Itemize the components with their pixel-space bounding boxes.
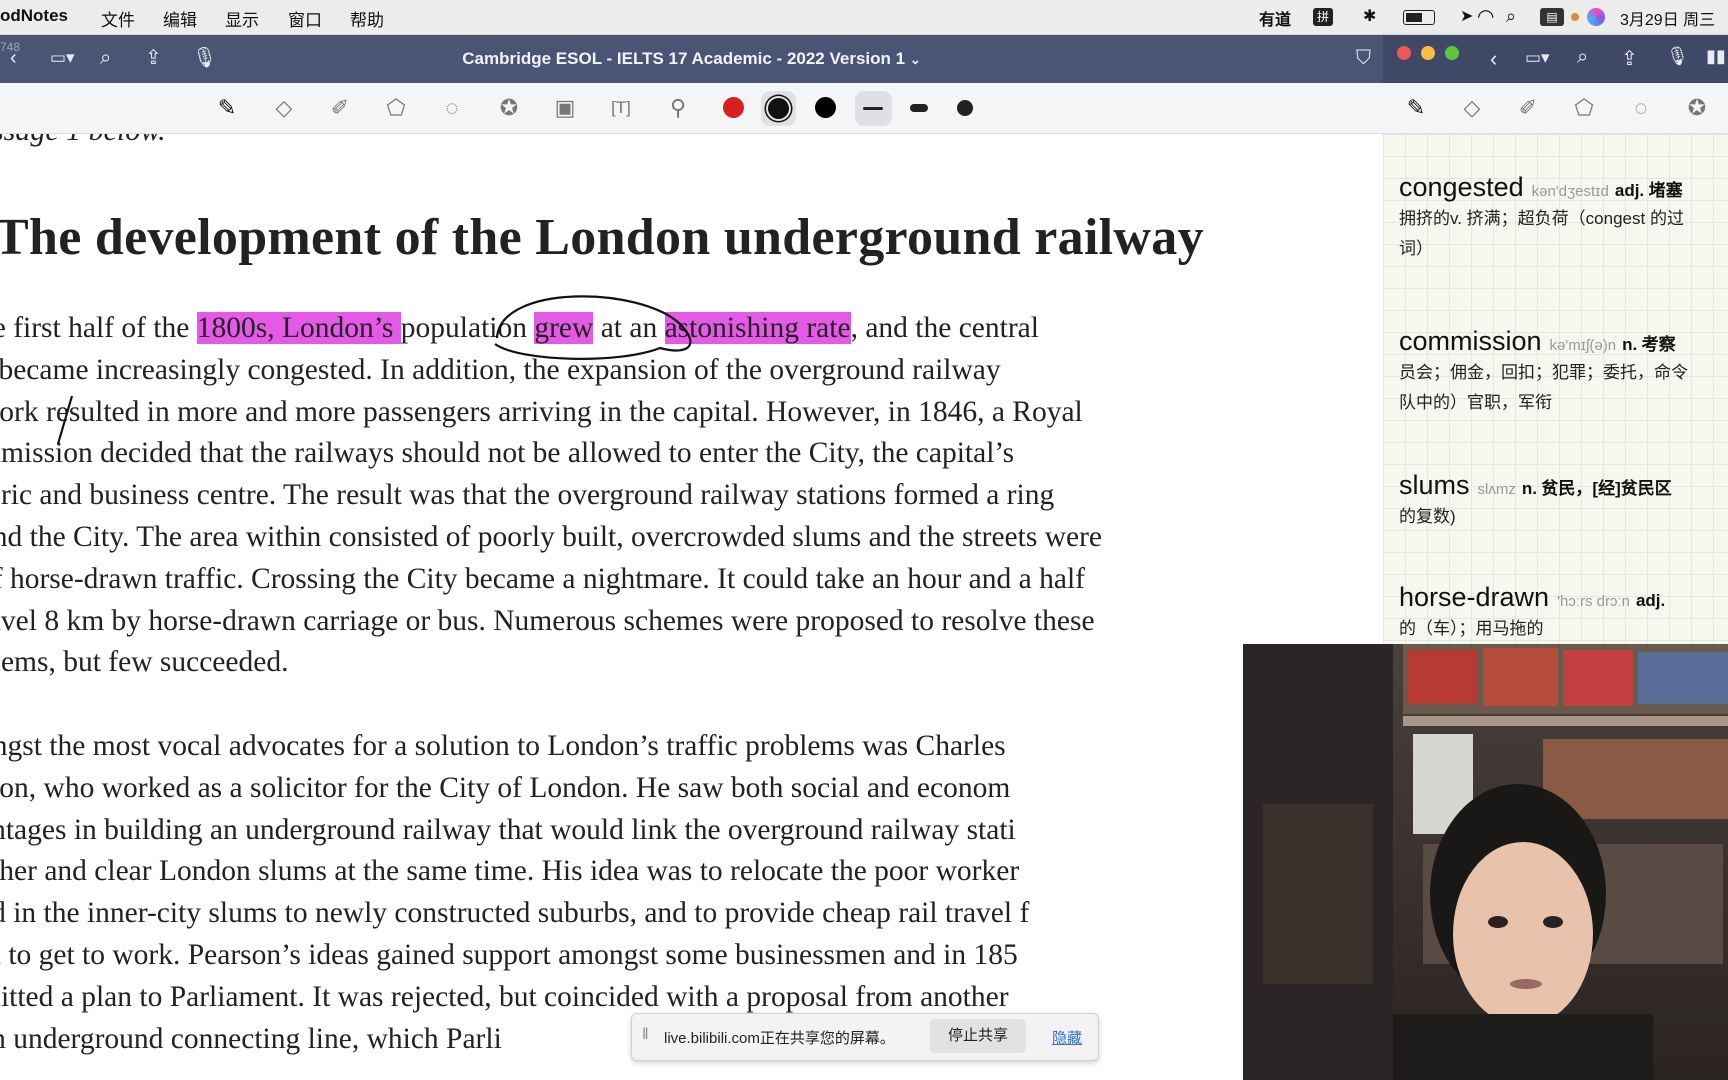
document-title[interactable]: Cambridge ESOL - IELTS 17 Academic - 202… [0,49,1383,69]
menu-file[interactable]: 文件 [101,6,135,31]
menu-edit[interactable]: 编辑 [163,6,197,31]
title-chevron-icon[interactable]: ⌄ [910,52,921,67]
drawing-toolbar: ✎ ◇ ✐ ⬠ ◌ ✪ ▣ [T] ⚲ [0,83,1383,134]
control-center-icon[interactable]: ▤ [1540,8,1564,26]
pen-icon[interactable]: ✎ [1401,93,1431,123]
shapes-icon[interactable]: ⬠ [1569,93,1599,123]
vocabulary-notes[interactable]: congested kən'dʒestɪd adj. 堵塞 拥挤的v. 挤满；超负荷… [1383,134,1728,644]
menu-help[interactable]: 帮助 [350,6,384,31]
vocab-ipa: kən'dʒestɪd [1531,183,1609,200]
vocab-word: slums [1399,470,1470,500]
window-titlebar: ‹ ▭▾ ⌕ ⇪ 🎙 Cambridge ESOL - IELTS 17 Aca… [0,35,1383,83]
sidebar-toggle-icon[interactable]: ▭▾ [1525,48,1550,68]
lasso-icon[interactable]: ◌ [437,93,467,123]
vocab-ipa: 'hɔːrs drɔːn [1557,593,1630,610]
battery-icon[interactable] [1403,10,1435,25]
wifi-icon[interactable]: ◠ [1477,4,1494,29]
siri-icon[interactable] [1587,8,1605,26]
document-page[interactable]: ssage 1 below. The development of the Lo… [0,134,1383,1080]
notes-window-titlebar: ‹ ▭▾ ⌕ ⇪ 🎙 ▮▮ [1383,35,1728,83]
vocab-word: horse-drawn [1399,582,1550,612]
webcam-video [1243,644,1728,1080]
ink-slash-mark [56,395,74,445]
stroke-width-thin[interactable] [863,107,883,110]
vocab-entry: horse-drawn'hɔːrs drɔːn adj. 的（车）；用马拖的 [1399,582,1666,638]
menu-view[interactable]: 显示 [225,6,259,31]
ink-circle-population [494,295,692,360]
close-window-icon[interactable] [1397,46,1411,60]
search-icon[interactable]: ⌕ [1577,46,1588,69]
menu-window[interactable]: 窗口 [288,6,322,31]
eraser-icon[interactable]: ◇ [1457,93,1487,123]
stop-sharing-button[interactable]: 停止共享 [930,1019,1026,1053]
cursor-icon: ➤ [1460,8,1474,25]
vocab-entry: slums slʌmz n. 贫民，[经]贫民区 的复数) [1399,470,1672,526]
lasso-icon[interactable]: ◌ [1626,93,1656,123]
recording-indicator-icon [1571,13,1579,21]
share-message: live.bilibili.com正在共享您的屏幕。 [664,1030,895,1047]
webcam-overlay [1243,644,1728,1080]
vocab-word: commission [1399,326,1542,356]
audio-icon[interactable]: ▮▮ [1706,46,1726,67]
menu-bar: odNotes 文件 编辑 显示 窗口 帮助 有道 拼 ✱ ➤ ◠ ⌕ ▤ 3月… [0,0,1728,35]
bookmark-icon[interactable]: ⛉ [1356,47,1371,69]
vocab-entry: congested kən'dʒestɪd adj. 堵塞 拥挤的v. 挤满；超负荷… [1399,172,1684,258]
overlay-number: 748 [0,40,21,54]
minimize-window-icon[interactable] [1421,46,1435,60]
input-method-icon[interactable]: 拼 [1313,8,1333,26]
bluetooth-icon[interactable]: ✱ [1363,6,1376,26]
face [1453,842,1593,1026]
highlighter-icon[interactable]: ✐ [325,93,355,123]
color-swatch-black[interactable] [815,97,836,118]
clock-date[interactable]: 3月29日 周三 [1620,6,1715,30]
search-icon[interactable]: ⌕ [1506,6,1516,27]
stroke-width-medium[interactable] [910,104,928,112]
highlighter-icon[interactable]: ✐ [1513,93,1543,123]
color-swatch-black-selected[interactable] [768,98,789,119]
zoom-window-icon[interactable] [1445,46,1459,60]
drag-handle-icon[interactable]: ‖ [642,1026,649,1044]
shirt [1393,1014,1653,1080]
youdao-status[interactable]: 有道 [1259,6,1291,30]
notes-toolbar: ✎ ◇ ✐ ⬠ ◌ ✪ [1383,83,1728,134]
screen-share-banner: ‖ live.bilibili.com正在共享您的屏幕。 停止共享 隐藏 [631,1013,1099,1061]
laser-pointer-icon[interactable]: ⚲ [663,93,693,123]
vocab-entry: commission kə'mɪʃ(ə)n n. 考察 员会；佣金，回扣；犯罪；委托… [1399,326,1688,412]
elements-icon[interactable]: ✪ [1682,93,1712,123]
microphone-icon[interactable]: 🎙 [1666,46,1689,67]
share-icon[interactable]: ⇪ [1621,46,1638,71]
vocab-word: congested [1399,172,1524,202]
pen-icon[interactable]: ✎ [212,93,242,123]
eraser-icon[interactable]: ◇ [269,93,299,123]
text-tool-icon[interactable]: [T] [606,93,636,123]
ink-annotations [56,295,692,445]
app-menu[interactable]: odNotes [0,6,68,26]
stroke-width-thick[interactable] [957,100,973,116]
shapes-icon[interactable]: ⬠ [381,93,411,123]
vocab-ipa: slʌmz [1477,481,1516,498]
vocab-ipa: kə'mɪʃ(ə)n [1549,337,1617,354]
hide-link[interactable]: 隐藏 [1052,1027,1082,1048]
image-icon[interactable]: ▣ [550,93,580,123]
color-swatch-red[interactable] [723,97,744,118]
back-icon[interactable]: ‹ [1490,46,1497,72]
elements-icon[interactable]: ✪ [494,93,524,123]
